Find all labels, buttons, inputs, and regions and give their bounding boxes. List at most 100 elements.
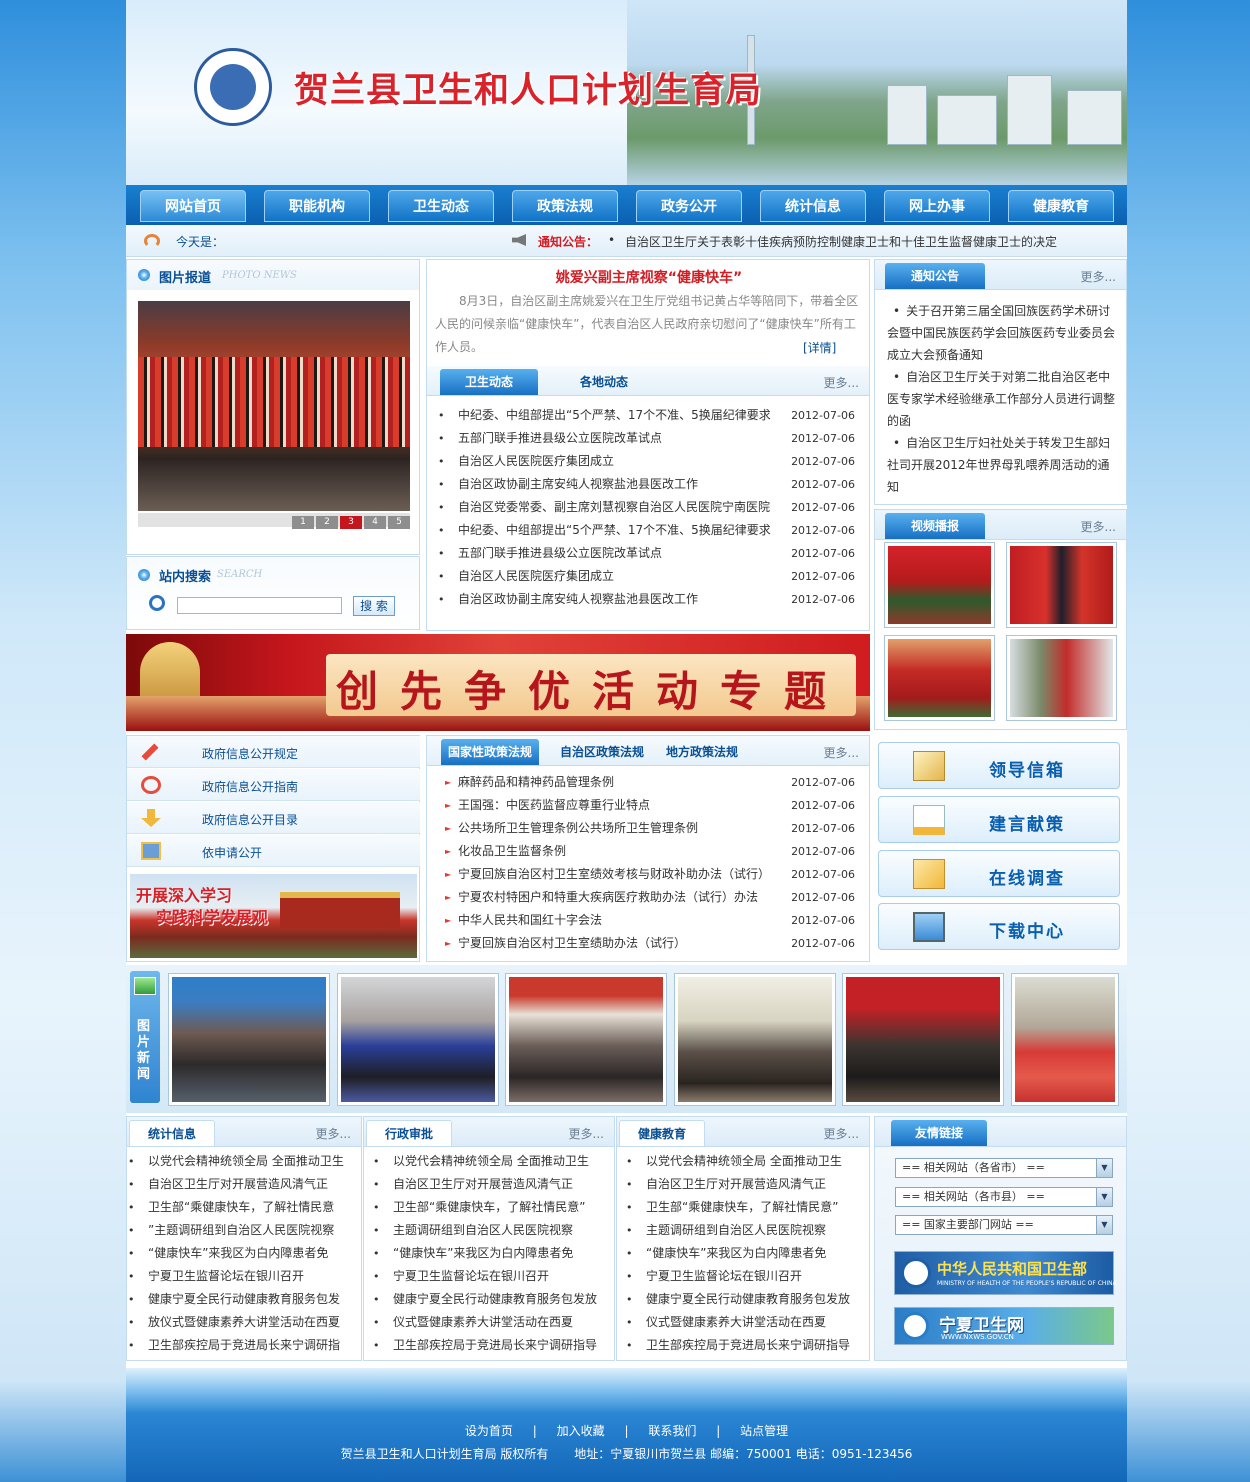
nav-functions[interactable]: 职能机构 bbox=[264, 190, 370, 222]
news-item[interactable]: 中纪委、中组部提出“5个严禁、17个不准、5换届纪律要求2012-07-06 bbox=[427, 404, 869, 427]
nav-statistics[interactable]: 统计信息 bbox=[760, 190, 866, 222]
list-item[interactable]: 以党代会精神统领全局 全面推动卫生 bbox=[615, 1150, 869, 1173]
video-thumb[interactable] bbox=[1006, 635, 1117, 721]
pager-page-active[interactable]: 3 bbox=[340, 516, 362, 529]
video-more-link[interactable]: 更多... bbox=[1081, 518, 1116, 535]
featured-photo[interactable] bbox=[138, 301, 410, 511]
policy-item[interactable]: 宁夏回族自治区村卫生室绩助办法（试行）2012-07-06 bbox=[427, 932, 869, 955]
download-center-button[interactable]: 下载中心 bbox=[878, 903, 1120, 950]
policy-item[interactable]: 公共场所卫生管理条例公共场所卫生管理条例2012-07-06 bbox=[427, 817, 869, 840]
list-item[interactable]: “健康快车”来我区为白内障患者免 bbox=[117, 1242, 363, 1265]
policy-item[interactable]: 宁夏回族自治区村卫生室绩效考核与财政补助办法（试行）2012-07-06 bbox=[427, 863, 869, 886]
news-item[interactable]: 中纪委、中组部提出“5个严禁、17个不准、5换届纪律要求2012-07-06 bbox=[427, 519, 869, 542]
headline-title[interactable]: 姚爱兴副主席视察“健康快车” bbox=[427, 267, 871, 287]
footer-link-contact[interactable]: 联系我们 bbox=[648, 1424, 696, 1438]
list-item[interactable]: 卫生部疾控局于竞进局长来宁调研指 bbox=[117, 1334, 363, 1357]
list-item[interactable]: 仪式暨健康素养大讲堂活动在西夏 bbox=[615, 1311, 869, 1334]
video-thumb[interactable] bbox=[884, 542, 995, 628]
links-select-ministries[interactable]: == 国家主要部门网站 == ▼ bbox=[895, 1215, 1113, 1235]
list-item[interactable]: 健康宁夏全民行动健康教育服务包发 bbox=[117, 1288, 363, 1311]
picnews-photo[interactable] bbox=[505, 973, 667, 1106]
list-item[interactable]: 宁夏卫生监督论坛在银川召开 bbox=[615, 1265, 869, 1288]
news-item[interactable]: 五部门联手推进县级公立医院改革试点2012-07-06 bbox=[427, 427, 869, 450]
list-item[interactable]: 卫生部“乘健康快车，了解社情民意” bbox=[615, 1196, 869, 1219]
search-button[interactable]: 搜 索 bbox=[353, 596, 395, 616]
policy-item[interactable]: 中华人民共和国红十字会法2012-07-06 bbox=[427, 909, 869, 932]
list-item[interactable]: 健康宁夏全民行动健康教育服务包发放 bbox=[615, 1288, 869, 1311]
links-select-provinces[interactable]: == 相关网站（各省市） == ▼ bbox=[895, 1158, 1113, 1178]
list-item[interactable]: 宁夏卫生监督论坛在银川召开 bbox=[117, 1265, 363, 1288]
picnews-photo[interactable] bbox=[674, 973, 836, 1106]
tab-regional-policy[interactable]: 自治区政策法规 bbox=[551, 739, 653, 765]
picnews-photo[interactable] bbox=[842, 973, 1004, 1106]
list-item[interactable]: 自治区卫生厅对开展营造风清气正 bbox=[615, 1173, 869, 1196]
notice-item[interactable]: • 自治区卫生厅妇社处关于转发卫生部妇社司开展2012年世界母乳喂养周活动的通知 bbox=[887, 432, 1117, 498]
info-link-guide[interactable]: 政府信息公开指南 bbox=[127, 769, 420, 801]
footer-link-home[interactable]: 设为首页 bbox=[465, 1424, 513, 1438]
list-item[interactable]: 主题调研组到自治区人民医院视察 bbox=[615, 1219, 869, 1242]
tab-health-news[interactable]: 卫生动态 bbox=[440, 369, 538, 395]
health-ministry-logo[interactable] bbox=[194, 48, 272, 126]
info-link-rules[interactable]: 政府信息公开规定 bbox=[127, 736, 420, 768]
moh-link-banner[interactable]: 中华人民共和国卫生部 MINISTRY OF HEALTH OF THE PEO… bbox=[894, 1251, 1117, 1295]
notice-item[interactable]: • 关于召开第三届全国回族医药学术研讨会暨中国民族医药学会回族医药专业委员会成立大… bbox=[887, 300, 1117, 366]
picnews-photo[interactable] bbox=[1011, 973, 1119, 1106]
footer-link-admin[interactable]: 站点管理 bbox=[740, 1424, 788, 1438]
leader-mailbox-button[interactable]: 领导信箱 bbox=[878, 742, 1120, 789]
nxws-link-banner[interactable]: 宁夏卫生网 WWW.NXWS.GOV.CN bbox=[894, 1307, 1114, 1345]
news-item[interactable]: 自治区政协副主席安纯人视察盐池县医改工作2012-07-06 bbox=[427, 588, 869, 611]
list-item[interactable]: 以党代会精神统领全局 全面推动卫生 bbox=[117, 1150, 363, 1173]
pager-page[interactable]: 2 bbox=[316, 516, 338, 529]
list-item[interactable]: 卫生部疾控局于竞进局长来宁调研指导 bbox=[362, 1334, 614, 1357]
pager-page[interactable]: 5 bbox=[388, 516, 410, 529]
video-thumb[interactable] bbox=[1006, 542, 1117, 628]
tab-local-news[interactable]: 各地动态 bbox=[555, 369, 653, 395]
list-item[interactable]: “健康快车”来我区为白内障患者免 bbox=[615, 1242, 869, 1265]
news-more-link[interactable]: 更多... bbox=[824, 374, 859, 391]
study-banner[interactable]: 开展深入学习 实践科学发展观 bbox=[130, 874, 417, 958]
nav-health-education[interactable]: 健康教育 bbox=[1008, 190, 1114, 222]
news-item[interactable]: 五部门联手推进县级公立医院改革试点2012-07-06 bbox=[427, 542, 869, 565]
video-thumb[interactable] bbox=[884, 635, 995, 721]
pager-page[interactable]: 4 bbox=[364, 516, 386, 529]
survey-button[interactable]: 在线调查 bbox=[878, 850, 1120, 897]
list-item[interactable]: 主题调研组到自治区人民医院视察 bbox=[362, 1219, 614, 1242]
picnews-photo[interactable] bbox=[168, 973, 330, 1106]
info-link-catalog[interactable]: 政府信息公开目录 bbox=[127, 802, 420, 834]
nav-health-news[interactable]: 卫生动态 bbox=[388, 190, 494, 222]
policy-item[interactable]: 宁夏农村特困户和特重大疾病医疗救助办法（试行）办法2012-07-06 bbox=[427, 886, 869, 909]
list-item[interactable]: 以党代会精神统领全局 全面推动卫生 bbox=[362, 1150, 614, 1173]
list-item[interactable]: 卫生部“乘健康快车，了解社情民意 bbox=[117, 1196, 363, 1219]
policy-more-link[interactable]: 更多... bbox=[824, 744, 859, 761]
list-item[interactable]: 卫生部“乘健康快车，了解社情民意” bbox=[362, 1196, 614, 1219]
pager-page[interactable]: 1 bbox=[292, 516, 314, 529]
info-link-apply[interactable]: 依申请公开 bbox=[127, 835, 420, 867]
list-item[interactable]: 健康宁夏全民行动健康教育服务包发放 bbox=[362, 1288, 614, 1311]
approval-more-link[interactable]: 更多... bbox=[569, 1125, 604, 1142]
list-item[interactable]: 自治区卫生厅对开展营造风清气正 bbox=[362, 1173, 614, 1196]
nav-gov-affairs[interactable]: 政务公开 bbox=[636, 190, 742, 222]
tab-national-policy[interactable]: 国家性政策法规 bbox=[441, 739, 539, 765]
campaign-banner[interactable]: 创先争优活动专题 bbox=[126, 634, 870, 731]
news-item[interactable]: 自治区党委常委、副主席刘慧视察自治区人民医院宁南医院2012-07-06 bbox=[427, 496, 869, 519]
policy-item[interactable]: 王国强：中医药监督应尊重行业特点2012-07-06 bbox=[427, 794, 869, 817]
notice-item[interactable]: • 自治区卫生厅关于对第二批自治区老中医专家学术经验继承工作部分人员进行调整的函 bbox=[887, 366, 1117, 432]
list-item[interactable]: 卫生部疾控局于竞进局长来宁调研指导 bbox=[615, 1334, 869, 1357]
links-select-counties[interactable]: == 相关网站（各市县） == ▼ bbox=[895, 1187, 1113, 1207]
notice-more-link[interactable]: 更多... bbox=[1081, 268, 1116, 285]
nav-online-service[interactable]: 网上办事 bbox=[884, 190, 990, 222]
news-item[interactable]: 自治区人民医院医疗集团成立2012-07-06 bbox=[427, 450, 869, 473]
list-item[interactable]: 仪式暨健康素养大讲堂活动在西夏 bbox=[362, 1311, 614, 1334]
headline-detail-link[interactable]: [详情] bbox=[803, 339, 836, 356]
policy-item[interactable]: 化妆品卫生监督条例2012-07-06 bbox=[427, 840, 869, 863]
notice-marquee[interactable]: 自治区卫生厅关于表彰十佳疾病预防控制健康卫士和十佳卫生监督健康卫士的决定 bbox=[625, 233, 1057, 250]
health-edu-more-link[interactable]: 更多... bbox=[824, 1125, 859, 1142]
nav-home[interactable]: 网站首页 bbox=[140, 190, 246, 222]
list-item[interactable]: 放仪式暨健康素养大讲堂活动在西夏 bbox=[117, 1311, 363, 1334]
list-item[interactable]: “健康快车”来我区为白内障患者免 bbox=[362, 1242, 614, 1265]
policy-item[interactable]: 麻醉药品和精神药品管理条例2012-07-06 bbox=[427, 771, 869, 794]
list-item[interactable]: 自治区卫生厅对开展营造风清气正 bbox=[117, 1173, 363, 1196]
nav-policy[interactable]: 政策法规 bbox=[512, 190, 618, 222]
stats-more-link[interactable]: 更多... bbox=[316, 1125, 351, 1142]
list-item[interactable]: 宁夏卫生监督论坛在银川召开 bbox=[362, 1265, 614, 1288]
